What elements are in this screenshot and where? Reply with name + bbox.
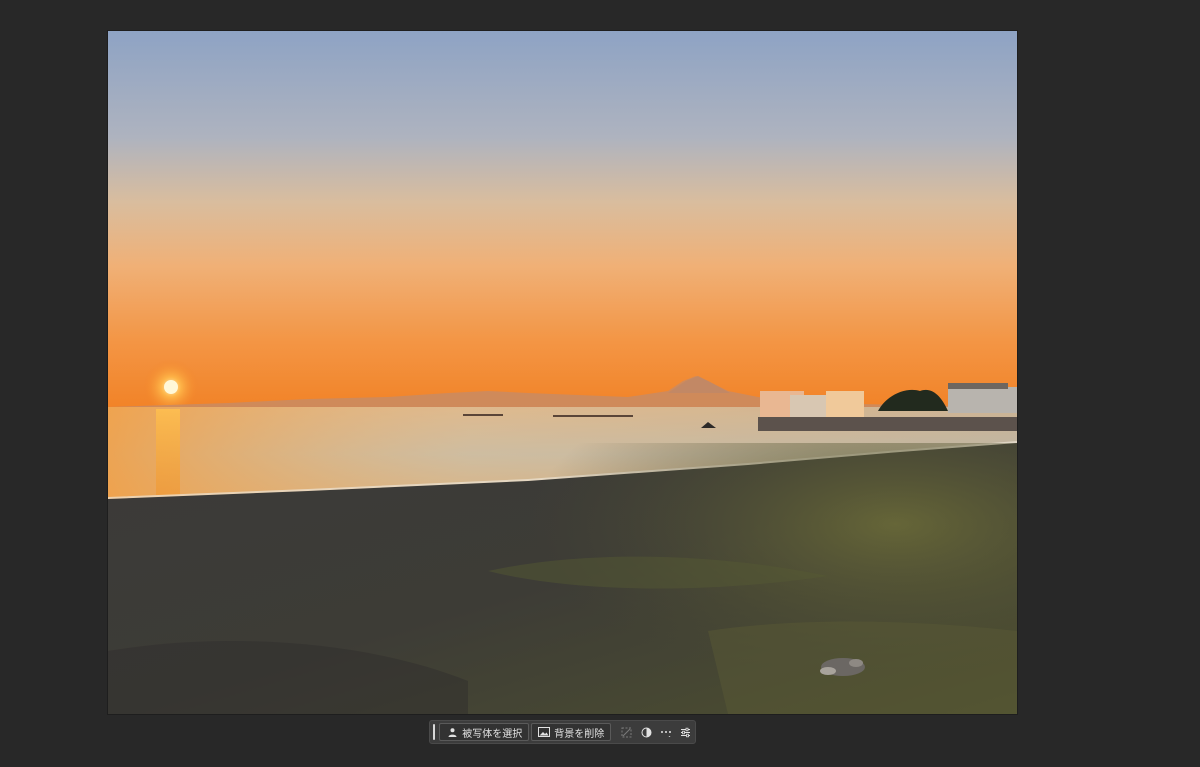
- taskbar-settings-button[interactable]: [676, 723, 695, 741]
- contextual-taskbar: 被写体を選択 背景を削除: [429, 720, 696, 744]
- more-options-button[interactable]: [656, 723, 675, 741]
- document-image[interactable]: [108, 31, 1017, 714]
- transform-icon: [621, 726, 633, 738]
- half-circle-icon: [640, 726, 652, 738]
- select-subject-label: 被写体を選択: [462, 728, 523, 740]
- adjustment-button[interactable]: [637, 723, 656, 741]
- select-subject-button[interactable]: 被写体を選択: [439, 723, 530, 741]
- more-options-icon: [660, 726, 672, 738]
- drag-handle[interactable]: [433, 724, 436, 740]
- transform-button[interactable]: [617, 723, 636, 741]
- person-subject-icon: [446, 726, 458, 738]
- image-icon: [538, 726, 551, 738]
- sunset-beach-photo: [108, 31, 1017, 714]
- remove-background-label: 背景を削除: [554, 728, 605, 740]
- sliders-icon: [679, 726, 691, 738]
- canvas-workspace: 被写体を選択 背景を削除: [0, 0, 1200, 767]
- remove-background-button[interactable]: 背景を削除: [531, 723, 612, 741]
